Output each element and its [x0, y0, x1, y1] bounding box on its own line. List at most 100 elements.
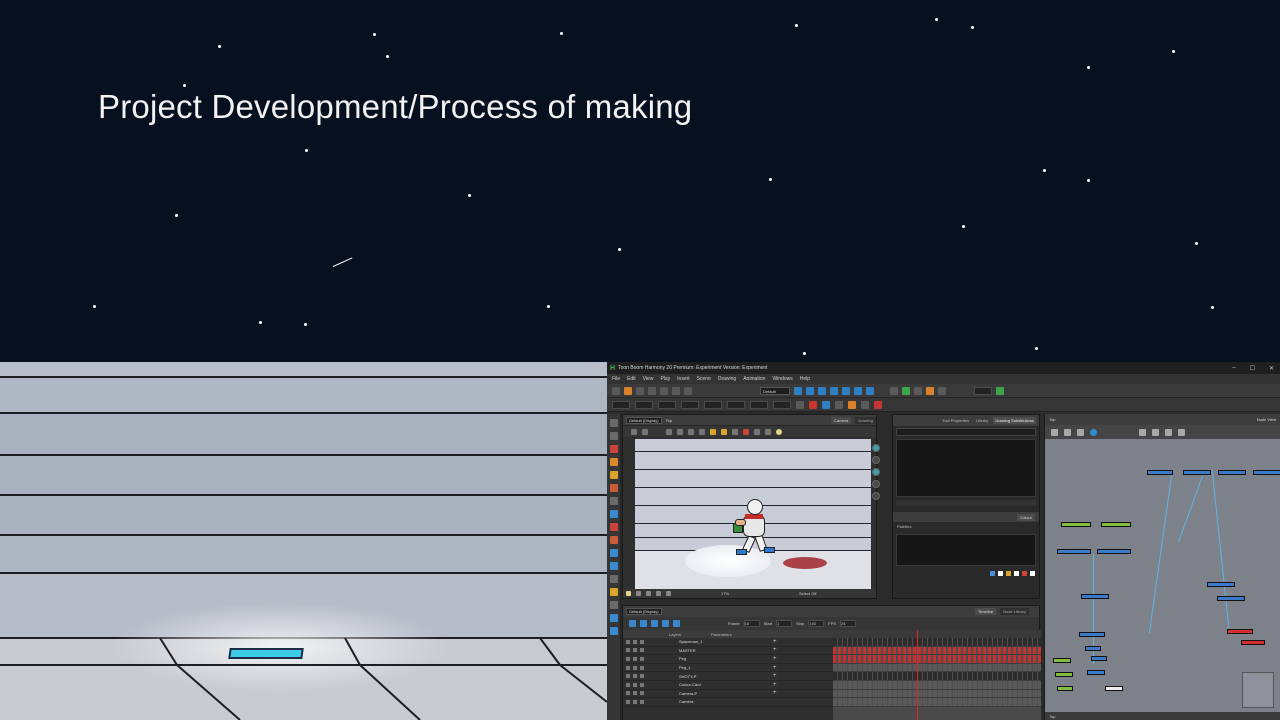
stop-input[interactable]: 140	[808, 620, 825, 627]
node-navigator[interactable]	[1242, 672, 1274, 708]
save-all-icon[interactable]	[648, 386, 656, 395]
close-button[interactable]: ✕	[1269, 365, 1274, 372]
node-tool-icon[interactable]	[1139, 428, 1146, 436]
node-tool-icon[interactable]	[1064, 428, 1071, 436]
swatch-icon[interactable]	[998, 571, 1003, 576]
menu-file[interactable]: File	[612, 376, 620, 382]
scale-lock-icon[interactable]	[796, 400, 804, 409]
tab-tool-properties[interactable]: Tool Properties	[940, 417, 971, 424]
tool-field-4[interactable]	[681, 400, 699, 409]
zoom-tool-icon[interactable]	[610, 614, 618, 622]
folder-icon[interactable]	[721, 428, 727, 435]
rotate-view-icon[interactable]	[610, 627, 618, 635]
node-tool-icon[interactable]	[1152, 428, 1159, 436]
swatch-icon[interactable]	[1030, 571, 1035, 576]
layer-icon[interactable]	[872, 468, 880, 476]
node-tool-icon[interactable]	[1051, 428, 1058, 436]
tool-field-2[interactable]	[635, 400, 653, 409]
tab-camera[interactable]: Camera	[831, 416, 852, 424]
frame-ruler[interactable]	[833, 630, 1041, 638]
line-icon[interactable]	[754, 428, 760, 435]
frame-status-icon[interactable]	[646, 591, 651, 596]
sound-icon[interactable]	[662, 620, 669, 627]
node[interactable]	[1218, 470, 1246, 475]
add-icon[interactable]: +	[773, 639, 777, 645]
side-view-icon[interactable]	[872, 480, 880, 488]
node[interactable]	[1105, 686, 1123, 691]
brush-icon[interactable]	[765, 428, 771, 435]
node[interactable]	[1061, 522, 1091, 527]
node[interactable]	[1217, 596, 1245, 601]
tool-field-3[interactable]	[658, 400, 676, 409]
layer-row[interactable]: Colour-Card +	[623, 681, 833, 690]
maximize-button[interactable]: ☐	[1250, 365, 1255, 372]
safe-area-icon[interactable]	[926, 386, 934, 395]
swatch-icon[interactable]	[1014, 571, 1019, 576]
globe-tool-icon[interactable]	[610, 562, 618, 570]
skew-icon[interactable]	[842, 386, 850, 395]
tab-node-library[interactable]: Node Library	[1000, 608, 1029, 615]
node[interactable]	[1057, 686, 1073, 691]
play-icon[interactable]	[629, 620, 636, 627]
menu-view[interactable]: View	[643, 376, 654, 382]
layer-row[interactable]: Camera	[623, 698, 833, 707]
menu-windows[interactable]: Windows	[772, 376, 792, 382]
workspace-select[interactable]: Default	[760, 386, 790, 395]
node[interactable]	[1101, 522, 1131, 527]
node[interactable]	[1055, 672, 1073, 677]
light-table-icon[interactable]	[902, 386, 910, 395]
grid-view-icon[interactable]	[666, 428, 672, 435]
motion-icon[interactable]	[861, 400, 869, 409]
menu-help[interactable]: Help	[800, 376, 810, 382]
substitution-slider[interactable]	[896, 500, 1036, 506]
contour-editor-icon[interactable]	[610, 432, 618, 440]
transform-icon[interactable]	[806, 386, 814, 395]
layer-row[interactable]: Spaceman_1 +	[623, 638, 833, 647]
first-frame-icon[interactable]	[673, 620, 680, 627]
layer-row[interactable]: Peg +	[623, 655, 833, 664]
node[interactable]	[1053, 658, 1071, 663]
grid-status-icon[interactable]	[636, 591, 641, 596]
minimize-button[interactable]: –	[1232, 365, 1235, 372]
paint-tool-icon[interactable]	[610, 471, 618, 479]
tab-timeline[interactable]: Timeline	[975, 608, 997, 615]
new-icon[interactable]	[612, 386, 620, 395]
menu-insert[interactable]: Insert	[677, 376, 690, 382]
lightbulb-icon[interactable]	[776, 428, 782, 435]
layer-row[interactable]: Peg_1 +	[623, 664, 833, 673]
menu-edit[interactable]: Edit	[627, 376, 636, 382]
import-icon[interactable]	[660, 386, 668, 395]
grid-options-icon[interactable]	[677, 428, 683, 435]
add-icon[interactable]: +	[773, 647, 777, 653]
tool-field-8[interactable]	[773, 400, 791, 409]
hand-tool-icon[interactable]	[610, 575, 618, 583]
swatch-icon[interactable]	[1006, 571, 1011, 576]
zoom-level[interactable]: 17%	[721, 591, 729, 596]
stop-icon[interactable]	[640, 620, 647, 627]
stack-icon[interactable]	[872, 492, 880, 500]
menu-animation[interactable]: Animation	[743, 376, 765, 382]
menu-play[interactable]: Play	[660, 376, 670, 382]
tab-node-view[interactable]: Node View	[1257, 417, 1276, 422]
dropper-tool-icon[interactable]	[610, 549, 618, 557]
harmony-leaf-icon[interactable]	[996, 386, 1004, 395]
cutter-tool-icon[interactable]	[610, 536, 618, 544]
node[interactable]	[1097, 549, 1131, 554]
lock-icon[interactable]	[710, 428, 716, 435]
timeline-frames[interactable]	[833, 630, 1041, 720]
preview-icon[interactable]	[938, 386, 946, 395]
timeline-display-select[interactable]: Default (Display)	[626, 608, 662, 615]
node[interactable]	[1207, 582, 1235, 587]
onion-skin-icon[interactable]	[914, 386, 922, 395]
morph-icon[interactable]	[866, 386, 874, 395]
fps-input[interactable]: 24	[840, 620, 857, 627]
tab-drawing[interactable]: Drawing	[855, 416, 876, 424]
menu-scene[interactable]: Scene	[697, 376, 711, 382]
layer-row[interactable]: MASTER +	[623, 647, 833, 656]
add-icon[interactable]: +	[773, 665, 777, 671]
keyframe-icon[interactable]	[848, 400, 856, 409]
rectangle-tool-icon[interactable]	[610, 510, 618, 518]
save-icon[interactable]	[636, 386, 644, 395]
select-tool-icon[interactable]	[610, 419, 618, 427]
layer-row[interactable]: SHOTY-P +	[623, 672, 833, 681]
